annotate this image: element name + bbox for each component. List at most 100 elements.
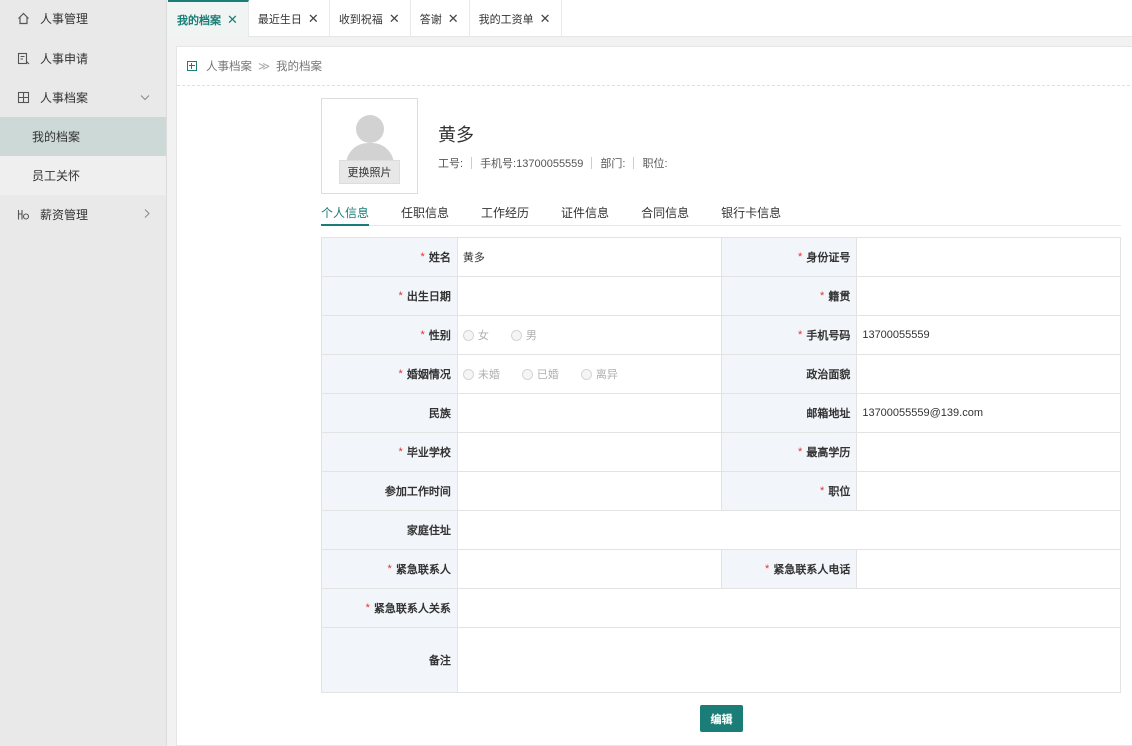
profile-emp-no: 工号:: [438, 158, 464, 170]
sidebar-subitem-label: 员工关怀: [32, 169, 81, 183]
breadcrumb: 人事档案 ≫ 我的档案: [177, 47, 1132, 86]
form-row: * 紧急联系人关系: [322, 589, 1120, 628]
sidebar-title: 人事管理: [40, 11, 89, 26]
mobile-field[interactable]: 13700055559: [857, 316, 1120, 354]
close-icon[interactable]: ✕: [389, 12, 400, 25]
tab-thanks[interactable]: 答谢 ✕: [411, 0, 470, 37]
change-photo-button[interactable]: 更换照片: [339, 160, 400, 184]
close-icon[interactable]: ✕: [227, 13, 238, 26]
job-label: * 职位: [721, 472, 858, 510]
email-label: 邮箱地址: [721, 394, 858, 432]
label-text: 性别: [428, 330, 451, 342]
sidebar-item-hr-request[interactable]: 人事申请: [0, 39, 166, 78]
emergency-contact-field[interactable]: [458, 550, 722, 588]
edit-button[interactable]: 编辑: [700, 705, 743, 732]
required-mark: *: [398, 368, 403, 380]
work-start-label: 参加工作时间: [322, 472, 458, 510]
form-row: * 毕业学校 * 最高学历: [322, 433, 1120, 472]
remark-field[interactable]: [458, 628, 1120, 692]
required-mark: *: [387, 563, 392, 575]
marital-radio-married[interactable]: 已婚: [521, 366, 559, 382]
marital-label: * 婚姻情况: [322, 355, 458, 393]
label-text: 籍贯: [828, 291, 851, 303]
label-text: 职位: [828, 486, 851, 498]
native-place-label: * 籍贯: [721, 277, 858, 315]
tab-my-payslip[interactable]: 我的工资单 ✕: [470, 0, 562, 37]
birth-date-field[interactable]: [458, 277, 722, 315]
mobile-label: * 手机号码: [721, 316, 858, 354]
sidebar-item-salary[interactable]: 薪资管理: [0, 195, 166, 234]
work-start-field[interactable]: [458, 472, 722, 510]
radio-label: 未婚: [477, 369, 500, 381]
sidebar-subitem-my-archive[interactable]: 我的档案: [0, 117, 166, 156]
form-row: 民族 邮箱地址 13700055559@139.com: [322, 394, 1120, 433]
radio-circle: [510, 329, 522, 341]
ethnicity-label: 民族: [322, 394, 458, 432]
native-place-field[interactable]: [857, 277, 1120, 315]
sidebar-header-hr[interactable]: 人事管理: [0, 0, 166, 36]
tab-recent-birthdays[interactable]: 最近生日 ✕: [249, 0, 330, 37]
gender-radio-male[interactable]: 男: [510, 327, 537, 343]
close-icon[interactable]: ✕: [308, 12, 319, 25]
close-icon[interactable]: ✕: [448, 12, 459, 25]
profile-phone: 手机号:13700055559: [480, 158, 584, 170]
avatar-placeholder-icon: [356, 115, 384, 143]
marital-radio-divorced[interactable]: 离异: [580, 366, 618, 382]
tab-contracts[interactable]: 合同信息: [641, 197, 689, 226]
emergency-phone-field[interactable]: [857, 550, 1120, 588]
sidebar-item-hr-archive[interactable]: 人事档案: [0, 78, 166, 117]
name-field[interactable]: 黄多: [458, 238, 722, 276]
address-field[interactable]: [458, 511, 1120, 549]
emergency-relation-label: * 紧急联系人关系: [322, 589, 458, 627]
profile-position: 职位:: [642, 158, 668, 170]
required-mark: *: [820, 290, 825, 302]
id-number-field[interactable]: [857, 238, 1120, 276]
tab-received-wishes[interactable]: 收到祝福 ✕: [330, 0, 411, 37]
form-row: * 出生日期 * 籍贯: [322, 277, 1120, 316]
emergency-relation-field[interactable]: [458, 589, 1120, 627]
archive-icon: [187, 61, 197, 71]
chevron-right-icon: [144, 208, 150, 221]
radio-label: 女: [477, 330, 489, 342]
marital-radio-single[interactable]: 未婚: [462, 366, 500, 382]
job-field[interactable]: [857, 472, 1120, 510]
gender-label: * 性别: [322, 316, 458, 354]
gender-field: 女 男: [458, 316, 722, 354]
close-icon[interactable]: ✕: [540, 12, 551, 25]
label-text: 政治面貌: [806, 369, 851, 381]
salary-icon: [16, 208, 30, 222]
required-mark: *: [398, 446, 403, 458]
political-field[interactable]: [857, 355, 1120, 393]
email-field[interactable]: 13700055559@139.com: [857, 394, 1120, 432]
radio-circle: [462, 329, 474, 341]
gender-radio-female[interactable]: 女: [462, 327, 489, 343]
form-row: 备注: [322, 628, 1120, 692]
address-label: 家庭住址: [322, 511, 458, 549]
id-number-label: * 身份证号: [721, 238, 858, 276]
required-mark: *: [798, 446, 803, 458]
tab-certificates[interactable]: 证件信息: [561, 197, 609, 226]
required-mark: *: [398, 290, 403, 302]
marital-field: 未婚 已婚 离异: [458, 355, 722, 393]
tab-bank-cards[interactable]: 银行卡信息: [721, 197, 781, 226]
label-text: 紧急联系人: [395, 564, 451, 576]
label-text: 手机号码: [806, 330, 851, 342]
tab-my-archive[interactable]: 我的档案 ✕: [168, 0, 249, 37]
name-label: * 姓名: [322, 238, 458, 276]
info-tabs: 个人信息 任职信息 工作经历 证件信息 合同信息 银行卡信息: [321, 197, 1121, 226]
tab-work-history[interactable]: 工作经历: [481, 197, 529, 226]
tab-personal-info[interactable]: 个人信息: [321, 197, 370, 226]
education-field[interactable]: [857, 433, 1120, 471]
ethnicity-field[interactable]: [458, 394, 722, 432]
school-field[interactable]: [458, 433, 722, 471]
divider: [471, 157, 473, 169]
radio-circle: [580, 368, 592, 380]
form-row: * 紧急联系人 * 紧急联系人电话: [322, 550, 1120, 589]
breadcrumb-root[interactable]: 人事档案: [206, 58, 252, 74]
form-row: 参加工作时间 * 职位: [322, 472, 1120, 511]
required-mark: *: [820, 485, 825, 497]
personal-info-form: * 姓名 黄多 * 身份证号 * 出生日期 * 籍贯 * 性别 女 男 * 手机号码 137…: [321, 237, 1121, 693]
sidebar-subitem-employee-care[interactable]: 员工关怀: [0, 156, 166, 195]
form-row: * 性别 女 男 * 手机号码 13700055559: [322, 316, 1120, 355]
tab-employment-info[interactable]: 任职信息: [401, 197, 449, 226]
